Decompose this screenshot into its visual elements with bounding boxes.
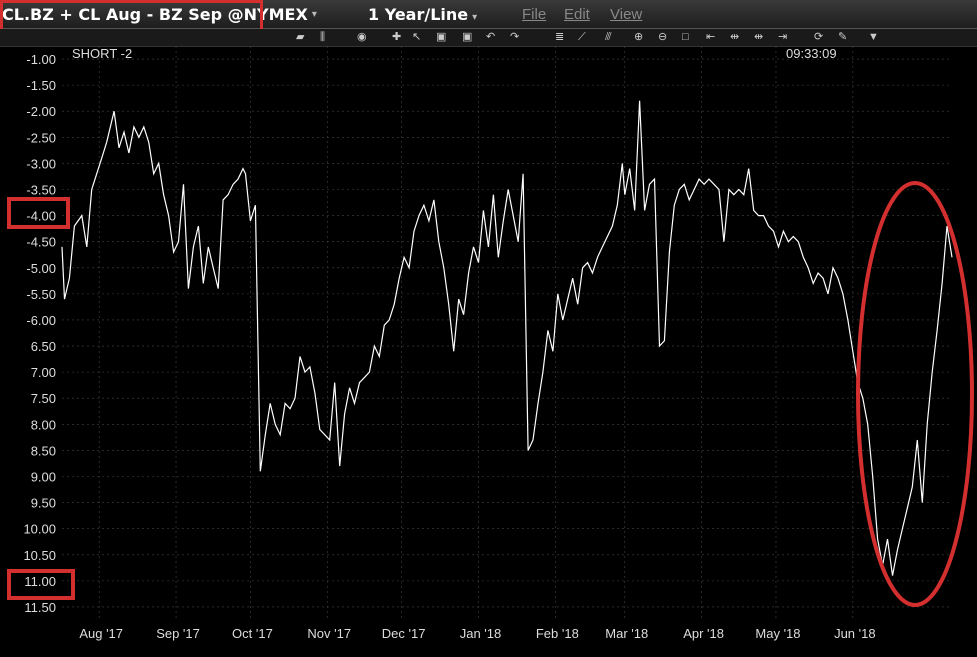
price-chart[interactable]: -1.00 -1.50 -2.00 -2.50 -3.00 -3.50 -4.00 -4.50… — [0, 0, 977, 657]
y-tick-label: -5.00 — [26, 261, 56, 276]
y-tick-label: -2.50 — [26, 130, 56, 145]
x-tick-label: Jun '18 — [834, 626, 876, 641]
y-tick-label: 10.00 — [23, 522, 56, 537]
y-tick-label: -4.00 — [26, 209, 56, 224]
x-tick-label: Jan '18 — [460, 626, 502, 641]
y-tick-label: 6.50 — [31, 339, 56, 354]
y-tick-label: 7.50 — [31, 391, 56, 406]
x-tick-label: Sep '17 — [156, 626, 200, 641]
y-tick-label: -5.50 — [26, 287, 56, 302]
x-tick-label: Mar '18 — [605, 626, 648, 641]
chart-grid — [62, 46, 952, 620]
spread-line — [61, 100, 953, 576]
y-tick-label: -6.00 — [26, 313, 56, 328]
x-tick-label: May '18 — [755, 626, 800, 641]
y-tick-label: 11.00 — [24, 574, 56, 589]
x-tick-label: Feb '18 — [536, 626, 579, 641]
y-tick-label: -1.00 — [26, 52, 56, 67]
y-tick-label: 9.00 — [31, 470, 56, 485]
y-axis: -1.00 -1.50 -2.00 -2.50 -3.00 -3.50 -4.00 -4.50… — [23, 52, 56, 615]
highlight-ellipse — [856, 181, 974, 607]
series-legend: SHORT -2 — [72, 46, 132, 61]
series-legend-label: SHORT -2 — [72, 46, 132, 61]
y-tick-label: 8.50 — [31, 443, 56, 458]
x-tick-label: Aug '17 — [79, 626, 123, 641]
x-tick-label: Oct '17 — [232, 626, 273, 641]
x-tick-label: Apr '18 — [683, 626, 724, 641]
y-tick-label: -2.00 — [26, 104, 56, 119]
y-tick-label: 9.50 — [31, 496, 56, 511]
y-tick-label: -3.50 — [26, 183, 56, 198]
x-tick-label: Nov '17 — [307, 626, 351, 641]
time-readout: 09:33:09 — [786, 46, 837, 61]
y-tick-label: 7.00 — [31, 365, 56, 380]
y-tick-label: -4.50 — [26, 235, 56, 250]
y-tick-label: 10.50 — [23, 548, 56, 563]
y-tick-label: -1.50 — [26, 78, 56, 93]
y-tick-label: 11.50 — [24, 600, 56, 615]
y-tick-label: -3.00 — [26, 156, 56, 171]
x-axis: Aug '17 Sep '17 Oct '17 Nov '17 Dec '17 Jan '… — [79, 626, 875, 641]
x-tick-label: Dec '17 — [382, 626, 426, 641]
y-tick-label: 8.00 — [31, 417, 56, 432]
